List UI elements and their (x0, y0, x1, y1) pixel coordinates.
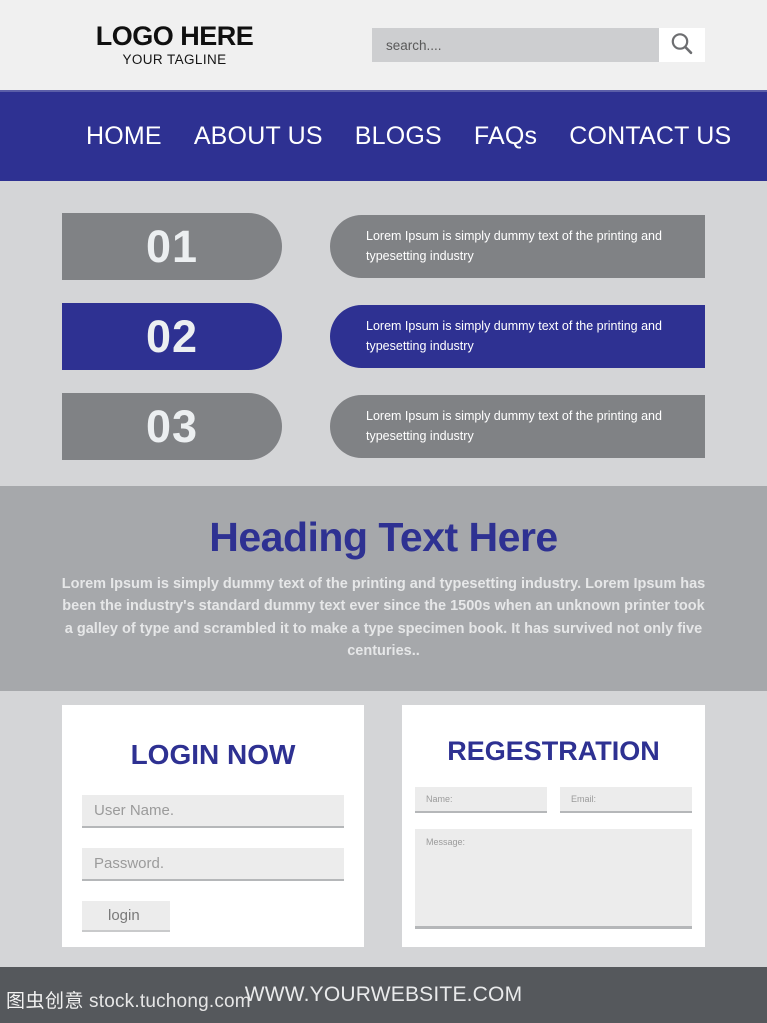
password-input[interactable] (82, 847, 344, 881)
nav-item-home[interactable]: HOME (86, 122, 162, 151)
step-description: Lorem Ipsum is simply dummy text of the … (330, 305, 705, 368)
username-input[interactable] (82, 794, 344, 828)
registration-card: REGESTRATION (402, 704, 705, 947)
login-card: LOGIN NOW login (62, 704, 364, 947)
step-row[interactable]: 01 Lorem Ipsum is simply dummy text of t… (0, 213, 767, 280)
nav-item-contact-us[interactable]: CONTACT US (569, 122, 731, 151)
login-button[interactable]: login (82, 900, 170, 932)
email-input[interactable] (560, 786, 692, 813)
name-input[interactable] (415, 786, 547, 813)
nav-item-blogs[interactable]: BLOGS (355, 122, 442, 151)
search-input[interactable] (372, 28, 659, 62)
nav-item-faqs[interactable]: FAQs (474, 122, 537, 151)
site-header: LOGO HERE YOUR TAGLINE (0, 0, 767, 90)
login-title: LOGIN NOW (130, 738, 296, 770)
forms-section: LOGIN NOW login REGESTRATION (0, 690, 767, 967)
search-bar (372, 28, 705, 62)
step-description: Lorem Ipsum is simply dummy text of the … (330, 215, 705, 278)
step-row[interactable]: 03 Lorem Ipsum is simply dummy text of t… (0, 393, 767, 460)
band-title: Heading Text Here (209, 514, 558, 560)
main-navigation: HOME ABOUT US BLOGS FAQs CONTACT US (0, 90, 767, 181)
footer-website-url: WWW.YOURWEBSITE.COM (244, 983, 523, 1006)
logo[interactable]: LOGO HERE YOUR TAGLINE (62, 20, 287, 69)
nav-item-about-us[interactable]: ABOUT US (194, 122, 323, 151)
page-root: LOGO HERE YOUR TAGLINE HOME ABOUT US BLO… (0, 0, 767, 1023)
steps-section: 01 Lorem Ipsum is simply dummy text of t… (0, 181, 767, 486)
step-number-badge: 02 (62, 303, 282, 370)
logo-title: LOGO HERE (95, 20, 254, 51)
step-description: Lorem Ipsum is simply dummy text of the … (330, 395, 705, 458)
search-button[interactable] (659, 28, 705, 62)
step-number-badge: 03 (62, 393, 282, 460)
heading-band: Heading Text Here Lorem Ipsum is simply … (0, 486, 767, 691)
registration-name-email-row (415, 786, 692, 813)
message-textarea[interactable] (415, 828, 692, 929)
registration-title: REGESTRATION (447, 735, 660, 766)
site-footer: WWW.YOURWEBSITE.COM (0, 967, 767, 1023)
step-row[interactable]: 02 Lorem Ipsum is simply dummy text of t… (0, 303, 767, 370)
logo-tagline: YOUR TAGLINE (122, 51, 227, 67)
band-body: Lorem Ipsum is simply dummy text of the … (61, 576, 706, 660)
magnifier-icon (669, 31, 695, 60)
step-number-badge: 01 (62, 213, 282, 280)
